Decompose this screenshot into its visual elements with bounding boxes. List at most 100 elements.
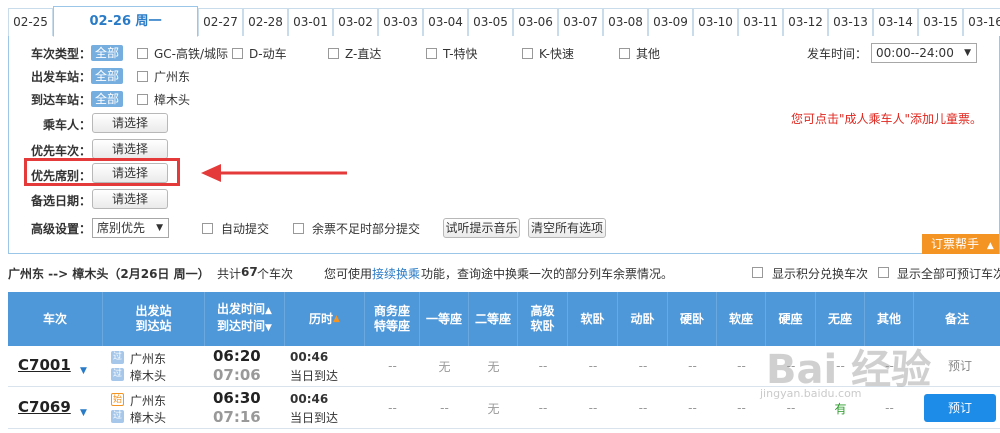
booking-helper-button[interactable]: 订票帮手 ▲ xyxy=(922,234,999,254)
sort-down-icon: ▼ xyxy=(265,323,272,333)
date-tab[interactable]: 03-07 xyxy=(558,8,603,36)
chevron-down-icon[interactable]: ▼ xyxy=(80,366,87,376)
train-type-other-label: 其他 xyxy=(636,47,661,61)
header-hard-sleeper: 硬卧 xyxy=(668,292,717,346)
chevron-down-icon: ▼ xyxy=(156,223,163,233)
seat-availability-cell: -- xyxy=(388,401,397,415)
header-second: 二等座 xyxy=(469,292,518,346)
duration: 00:46 xyxy=(290,350,329,364)
advanced-priority-value: 席别优先 xyxy=(97,221,146,235)
seat-availability-cell: -- xyxy=(588,359,598,373)
train-type-all-button[interactable]: 全部 xyxy=(91,45,124,61)
date-tab[interactable]: 03-12 xyxy=(783,8,828,36)
total-prefix: 共计 xyxy=(217,267,242,281)
date-tab[interactable]: 03-14 xyxy=(873,8,918,36)
departure-time-label: 发车时间： xyxy=(807,47,868,61)
book-button[interactable]: 预订 xyxy=(924,394,996,422)
date-tab[interactable]: 03-03 xyxy=(378,8,423,36)
alt-date-select-button[interactable]: 请选择 xyxy=(92,189,168,209)
date-tab[interactable]: 03-01 xyxy=(288,8,333,36)
date-tab[interactable]: 02-25 xyxy=(8,8,53,36)
chevron-down-icon: ▼ xyxy=(964,48,971,58)
to-station-all-button[interactable]: 全部 xyxy=(91,91,124,107)
arrow-left-icon xyxy=(201,164,347,182)
sort-up-icon: ▲ xyxy=(333,313,340,324)
date-tab[interactable]: 03-11 xyxy=(738,8,783,36)
train-type-t-checkbox[interactable] xyxy=(426,48,437,59)
departure-time-value: 00:00--24:00 xyxy=(876,46,954,60)
seat-availability-cell: -- xyxy=(538,359,548,373)
to-station-option: 樟木头 xyxy=(154,93,191,107)
passenger-select-button[interactable]: 请选择 xyxy=(92,113,168,133)
seat-availability-cell: -- xyxy=(737,359,746,373)
route-title: 广州东 --> 樟木头（2月26日 周一） xyxy=(8,267,210,281)
departure-time-select[interactable]: 00:00--24:00 ▼ xyxy=(871,43,977,63)
advanced-priority-select[interactable]: 席别优先 ▼ xyxy=(92,218,169,238)
chevron-up-icon: ▲ xyxy=(986,241,994,251)
train-type-label: 车次类型： xyxy=(31,47,92,61)
header-times[interactable]: 出发时间▲ 到达时间▼ xyxy=(205,292,285,346)
train-type-gc-checkbox[interactable] xyxy=(137,48,148,59)
advanced-label: 高级设置： xyxy=(31,222,92,236)
header-moving-sleeper: 动卧 xyxy=(618,292,668,346)
filter-panel: 车次类型： 全部 GC-高铁/城际 D-动车 Z-直达 T-特快 K-快速 其他… xyxy=(8,36,1000,254)
points-trains-checkbox[interactable] xyxy=(752,267,763,278)
from-station-label: 出发车站： xyxy=(31,70,92,84)
train-type-k-checkbox[interactable] xyxy=(522,48,533,59)
train-type-other-checkbox[interactable] xyxy=(619,48,630,59)
transfer-tip-suffix: 功能，查询途中换乘一次的部分列车余票情况。 xyxy=(421,267,674,281)
auto-submit-checkbox[interactable] xyxy=(202,223,213,234)
to-station-checkbox[interactable] xyxy=(137,94,148,105)
transfer-link[interactable]: 接续换乘 xyxy=(372,265,420,282)
date-tab[interactable]: 03-13 xyxy=(828,8,873,36)
train-number-link[interactable]: C7001 xyxy=(18,356,71,374)
date-tab[interactable]: 02-27 xyxy=(198,8,243,36)
total-count: 67 xyxy=(241,265,258,279)
train-type-gc-label: GC-高铁/城际 xyxy=(154,47,229,61)
date-tab[interactable]: 03-08 xyxy=(603,8,648,36)
passenger-label: 乘车人： xyxy=(43,118,92,132)
seat-availability-cell: -- xyxy=(688,401,697,415)
seat-availability-cell: 无 xyxy=(438,359,451,374)
to-badge: 过 xyxy=(111,368,124,381)
from-station: 广州东 xyxy=(130,352,167,366)
all-trains-checkbox[interactable] xyxy=(878,267,889,278)
date-tab[interactable]: 02-28 xyxy=(243,8,288,36)
date-tab[interactable]: 03-05 xyxy=(468,8,513,36)
date-tab[interactable]: 02-26 周一 xyxy=(53,6,198,37)
header-duration[interactable]: 历时 ▲ xyxy=(285,292,365,346)
header-soft-seat: 软座 xyxy=(717,292,766,346)
from-station-checkbox[interactable] xyxy=(137,71,148,82)
book-button[interactable]: 预订 xyxy=(924,352,996,380)
date-tab[interactable]: 03-10 xyxy=(693,8,738,36)
header-first: 一等座 xyxy=(420,292,469,346)
train-type-z-label: Z-直达 xyxy=(345,47,382,61)
train-type-t-label: T-特快 xyxy=(443,47,478,61)
preferred-seat-select-button[interactable]: 请选择 xyxy=(92,163,168,183)
train-type-d-checkbox[interactable] xyxy=(232,48,243,59)
seat-availability-cell: 无 xyxy=(487,401,500,416)
preview-music-button[interactable]: 试听提示音乐 xyxy=(443,218,520,238)
transfer-tip-prefix: 您可使用 xyxy=(324,267,373,281)
train-number-link[interactable]: C7069 xyxy=(18,398,71,416)
result-summary: 广州东 --> 樟木头（2月26日 周一） 共计 67 个车次 您可使用 接续换… xyxy=(8,262,1000,284)
clear-options-button[interactable]: 清空所有选项 xyxy=(528,218,606,238)
from-station-option: 广州东 xyxy=(154,70,191,84)
preferred-train-select-button[interactable]: 请选择 xyxy=(92,139,168,159)
from-badge: 始 xyxy=(111,393,124,406)
date-tab[interactable]: 03-06 xyxy=(513,8,558,36)
train-type-z-checkbox[interactable] xyxy=(328,48,339,59)
partial-submit-checkbox[interactable] xyxy=(293,223,304,234)
from-station-all-button[interactable]: 全部 xyxy=(91,68,124,84)
date-tab[interactable]: 03-16 xyxy=(963,8,1000,36)
date-tab[interactable]: 03-04 xyxy=(423,8,468,36)
from-station: 广州东 xyxy=(130,394,167,408)
date-tab[interactable]: 03-15 xyxy=(918,8,963,36)
header-stations: 出发站 到达站 xyxy=(103,292,205,346)
depart-time: 06:20 xyxy=(213,347,261,365)
date-tab[interactable]: 03-09 xyxy=(648,8,693,36)
seat-availability-cell: -- xyxy=(440,401,449,415)
date-tab[interactable]: 03-02 xyxy=(333,8,378,36)
to-station: 樟木头 xyxy=(130,411,167,425)
chevron-down-icon[interactable]: ▼ xyxy=(80,408,87,418)
